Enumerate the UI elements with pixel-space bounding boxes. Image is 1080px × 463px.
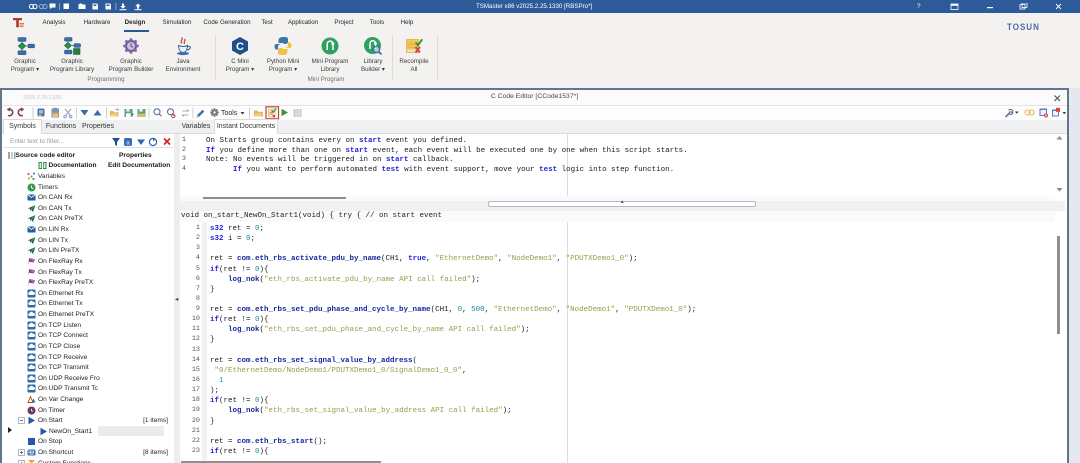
svg-text:C: C	[236, 41, 244, 53]
svg-text:Tools: Tools	[221, 110, 238, 117]
